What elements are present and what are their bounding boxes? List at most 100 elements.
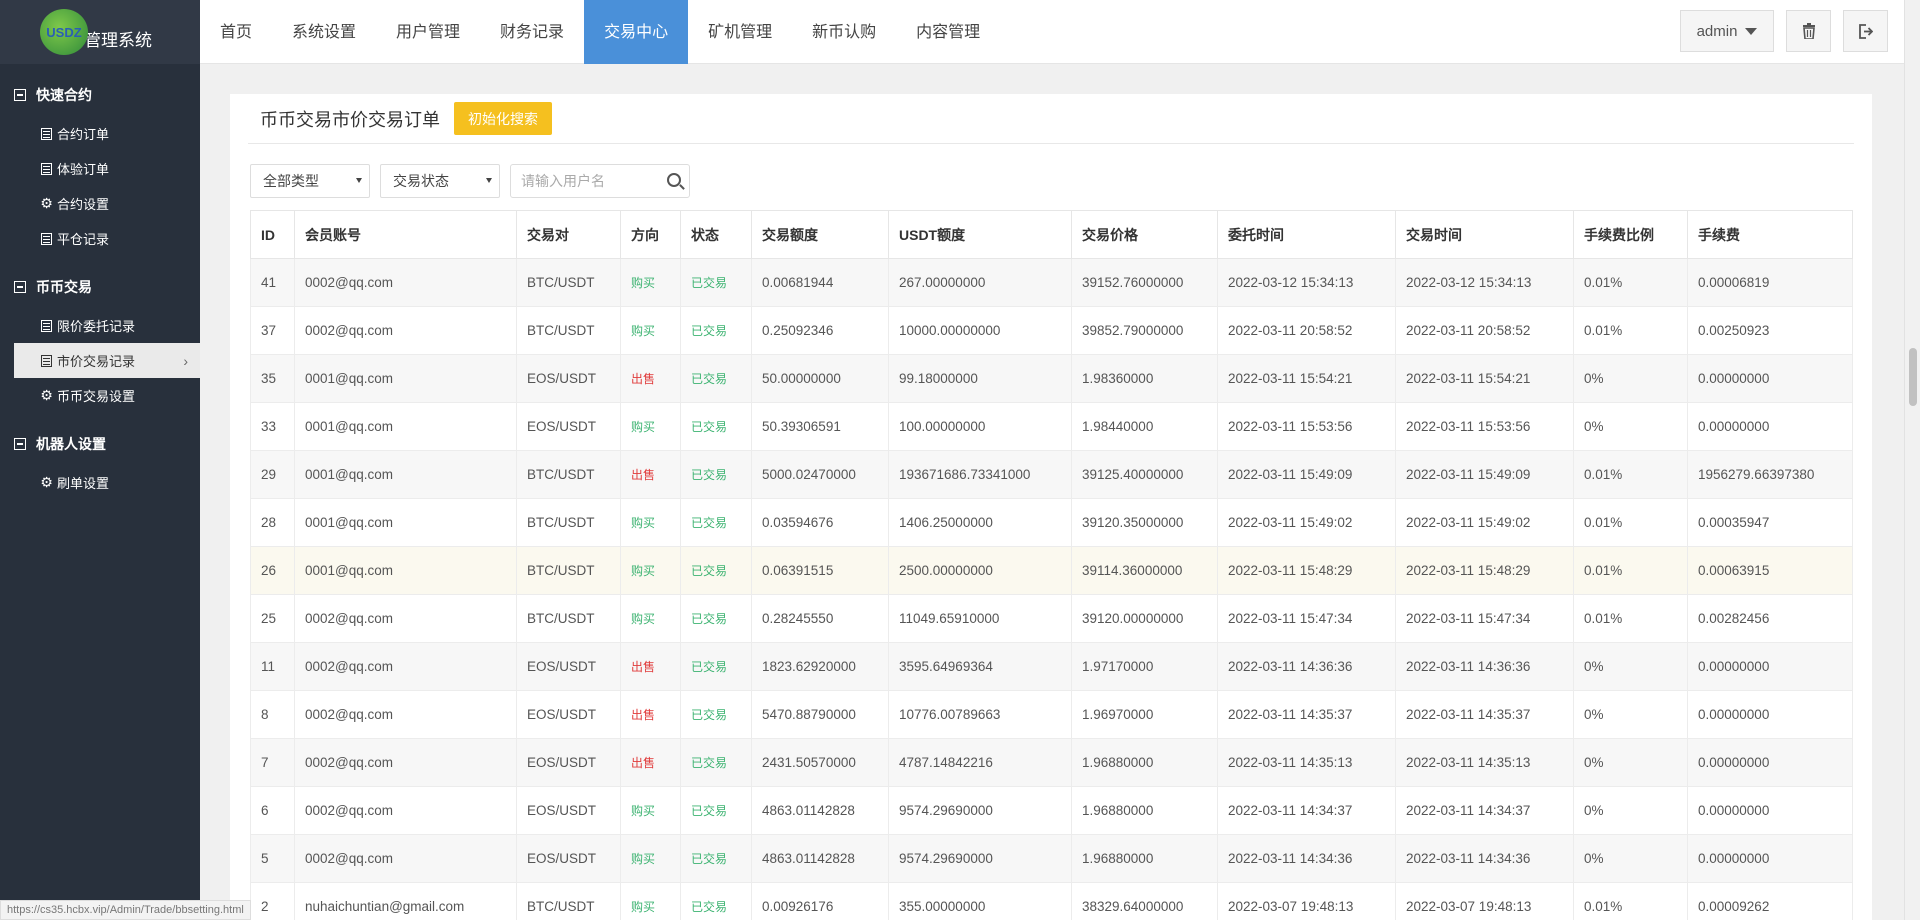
page-scrollbar[interactable]	[1904, 0, 1920, 920]
sign-out-icon	[1859, 23, 1873, 39]
cell-trade-time: 2022-03-11 14:35:13	[1395, 738, 1574, 787]
cell-status: 已交易	[680, 546, 752, 595]
search-icon[interactable]	[667, 173, 681, 187]
table-row[interactable]: 26 0001@qq.com BTC/USDT 购买 已交易 0.06391515 2500…	[250, 546, 1853, 595]
cell-order-time: 2022-03-11 14:36:36	[1217, 642, 1396, 691]
sidebar-item-label: 市价交易记录	[57, 354, 136, 369]
cell-status: 已交易	[680, 498, 752, 547]
cell-amount: 0.03594676	[751, 498, 889, 547]
sidebar-group-title[interactable]: 币币交易	[0, 266, 200, 308]
top-menu-item[interactable]: 新币认购	[792, 0, 896, 64]
cell-order-time: 2022-03-07 19:48:13	[1217, 882, 1396, 920]
cell-price: 1.96970000	[1071, 690, 1218, 739]
sidebar-item-label: 体验订单	[57, 162, 110, 177]
cell-pair: EOS/USDT	[516, 786, 621, 835]
init-search-button[interactable]: 初始化搜索	[454, 102, 552, 135]
cell-id: 26	[250, 546, 295, 595]
top-menu-item[interactable]: 用户管理	[376, 0, 480, 64]
table-row[interactable]: 28 0001@qq.com BTC/USDT 购买 已交易 0.03594676 1406…	[250, 498, 1853, 547]
table-row[interactable]: 6 0002@qq.com EOS/USDT 购买 已交易 4863.01142828 95…	[250, 786, 1853, 835]
sidebar-item[interactable]: ⚙ 刷单设置	[0, 465, 200, 500]
gear-icon: ⚙	[40, 387, 53, 403]
table-row[interactable]: 11 0002@qq.com EOS/USDT 出售 已交易 1823.62920000 3…	[250, 642, 1853, 691]
sidebar-item[interactable]: ⚙ 币币交易设置	[0, 378, 200, 413]
sidebar-item[interactable]: 限价委托记录	[0, 308, 200, 343]
sidebar-item[interactable]: ⚙ 合约设置	[0, 186, 200, 221]
cell-price: 39120.00000000	[1071, 594, 1218, 643]
sidebar-group-label: 快速合约	[36, 87, 92, 103]
sidebar-item[interactable]: 合约订单	[0, 116, 200, 151]
status-select[interactable]: 交易状态	[380, 164, 500, 198]
column-header: USDT额度	[888, 210, 1072, 259]
cell-trade-time: 2022-03-11 15:49:02	[1395, 498, 1574, 547]
table-row[interactable]: 2 nuhaichuntian@gmail.com BTC/USDT 购买 已交易 0.0…	[250, 882, 1853, 920]
table-row[interactable]: 7 0002@qq.com EOS/USDT 出售 已交易 2431.50570000 47…	[250, 738, 1853, 787]
filter-bar: 全部类型 交易状态	[250, 164, 1852, 198]
sidebar-item[interactable]: 平仓记录	[0, 221, 200, 256]
table-row[interactable]: 33 0001@qq.com EOS/USDT 购买 已交易 50.39306591 100…	[250, 402, 1853, 451]
cell-amount: 50.00000000	[751, 354, 889, 403]
sidebar-group-title[interactable]: 快速合约	[0, 74, 200, 116]
sidebar-group-label: 币币交易	[36, 279, 92, 295]
username-search-input[interactable]	[521, 173, 661, 189]
cell-price: 1.98440000	[1071, 402, 1218, 451]
column-header: 方向	[620, 210, 681, 259]
cell-usdt-amount: 10000.00000000	[888, 306, 1072, 355]
table-row[interactable]: 5 0002@qq.com EOS/USDT 购买 已交易 4863.01142828 95…	[250, 834, 1853, 883]
top-menu-item[interactable]: 交易中心	[584, 0, 689, 64]
cell-fee-rate: 0.01%	[1573, 258, 1688, 307]
column-header: 手续费	[1687, 210, 1853, 259]
cell-price: 39125.40000000	[1071, 450, 1218, 499]
cell-id: 25	[250, 594, 295, 643]
cell-direction: 购买	[620, 546, 681, 595]
cell-usdt-amount: 355.00000000	[888, 882, 1072, 920]
cell-status: 已交易	[680, 882, 752, 920]
cell-direction: 出售	[620, 642, 681, 691]
sidebar: USDZ 管理系统 快速合约合约订单体验订单 ⚙ 合约设置 平仓记录币币交易限价委托记…	[0, 0, 200, 920]
logout-button[interactable]	[1843, 10, 1888, 52]
cell-usdt-amount: 3595.64969364	[888, 642, 1072, 691]
table-row[interactable]: 8 0002@qq.com EOS/USDT 出售 已交易 5470.88790000 10…	[250, 690, 1853, 739]
scrollbar-thumb[interactable]	[1909, 348, 1917, 406]
cell-order-time: 2022-03-11 14:35:13	[1217, 738, 1396, 787]
cell-usdt-amount: 100.00000000	[888, 402, 1072, 451]
cell-id: 7	[250, 738, 295, 787]
cell-price: 1.98360000	[1071, 354, 1218, 403]
status-select-value: 交易状态	[393, 173, 449, 189]
top-menu-item[interactable]: 首页	[200, 0, 272, 64]
logo[interactable]: USDZ 管理系统	[0, 0, 200, 64]
table-row[interactable]: 37 0002@qq.com BTC/USDT 购买 已交易 0.25092346 1000…	[250, 306, 1853, 355]
sidebar-item[interactable]: 体验订单	[0, 151, 200, 186]
table-row[interactable]: 35 0001@qq.com EOS/USDT 出售 已交易 50.00000000 99.…	[250, 354, 1853, 403]
sidebar-group-title[interactable]: 机器人设置	[0, 423, 200, 465]
cell-status: 已交易	[680, 354, 752, 403]
cell-id: 41	[250, 258, 295, 307]
cell-account: 0002@qq.com	[294, 258, 517, 307]
cell-account: 0002@qq.com	[294, 642, 517, 691]
table-row[interactable]: 41 0002@qq.com BTC/USDT 购买 已交易 0.00681944 267.…	[250, 258, 1853, 307]
logo-icon: USDZ	[40, 9, 88, 55]
cell-account: 0001@qq.com	[294, 498, 517, 547]
cell-status: 已交易	[680, 834, 752, 883]
top-menu-item[interactable]: 系统设置	[272, 0, 376, 64]
type-select[interactable]: 全部类型	[250, 164, 370, 198]
collapse-minus-icon	[14, 281, 26, 293]
cell-fee: 1956279.66397380	[1687, 450, 1853, 499]
cell-direction: 出售	[620, 738, 681, 787]
cell-fee-rate: 0%	[1573, 642, 1688, 691]
top-menu-item[interactable]: 财务记录	[480, 0, 584, 64]
cell-trade-time: 2022-03-11 15:53:56	[1395, 402, 1574, 451]
table-row[interactable]: 29 0001@qq.com BTC/USDT 出售 已交易 5000.02470000 1…	[250, 450, 1853, 499]
user-dropdown-button[interactable]: admin	[1680, 10, 1774, 52]
cell-price: 38329.64000000	[1071, 882, 1218, 920]
table-row[interactable]: 25 0002@qq.com BTC/USDT 购买 已交易 0.28245550 1104…	[250, 594, 1853, 643]
doc-icon	[40, 127, 53, 140]
sidebar-item[interactable]: 市价交易记录 ›	[14, 343, 200, 378]
cell-usdt-amount: 267.00000000	[888, 258, 1072, 307]
cell-status: 已交易	[680, 306, 752, 355]
top-menu-item[interactable]: 内容管理	[896, 0, 1000, 64]
top-menu-item[interactable]: 矿机管理	[688, 0, 792, 64]
cell-account: 0001@qq.com	[294, 402, 517, 451]
cell-direction: 购买	[620, 834, 681, 883]
clear-cache-button[interactable]	[1786, 10, 1831, 52]
